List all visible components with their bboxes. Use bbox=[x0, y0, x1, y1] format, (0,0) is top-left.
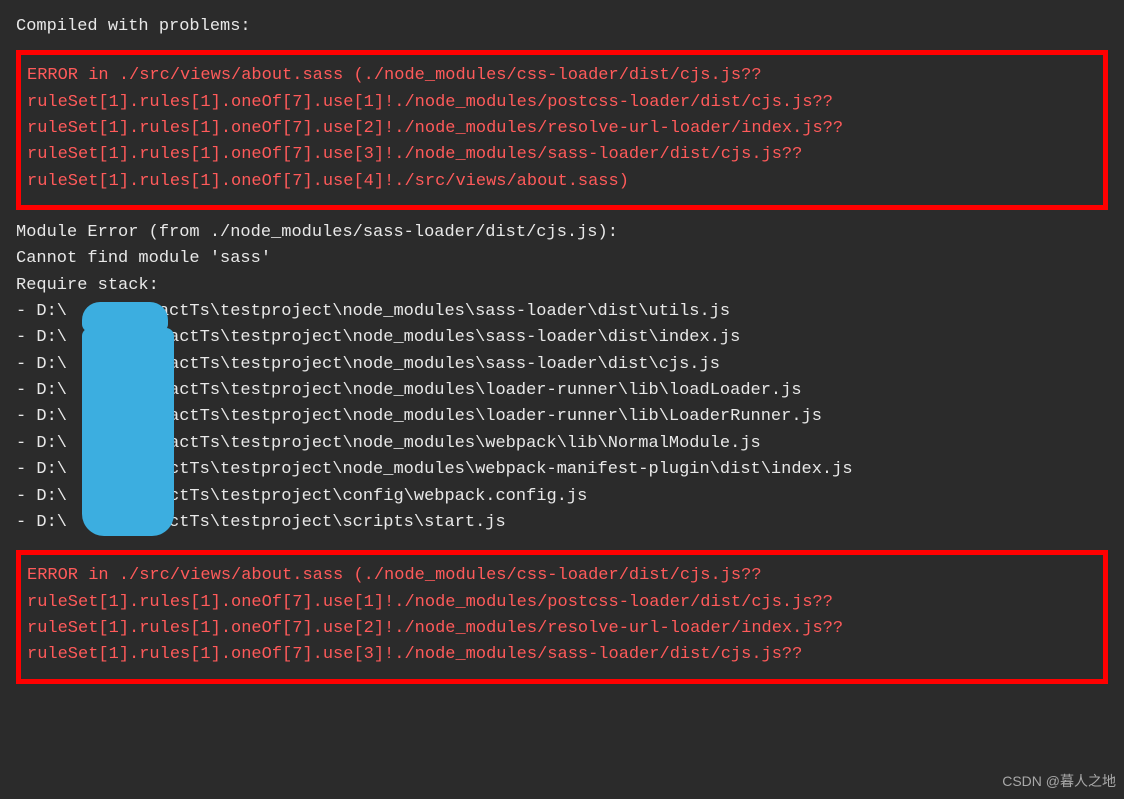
module-error-message: Cannot find module 'sass' bbox=[16, 246, 1108, 272]
error-line: ruleSet[1].rules[1].oneOf[7].use[4]!./sr… bbox=[27, 169, 1097, 195]
error-block-2: ERROR in ./src/views/about.sass (./node_… bbox=[16, 550, 1108, 683]
error-line: ruleSet[1].rules[1].oneOf[7].use[3]!./no… bbox=[27, 142, 1097, 168]
error-line: ERROR in ./src/views/about.sass (./node_… bbox=[27, 563, 1097, 589]
error-line: ruleSet[1].rules[1].oneOf[7].use[3]!./no… bbox=[27, 642, 1097, 668]
error-line: ERROR in ./src/views/about.sass (./node_… bbox=[27, 63, 1097, 89]
module-error-header: Module Error (from ./node_modules/sass-l… bbox=[16, 220, 1108, 246]
error-line: ruleSet[1].rules[1].oneOf[7].use[2]!./no… bbox=[27, 116, 1097, 142]
stack-line: - D:\ \ReactTs\testproject\scripts\start… bbox=[16, 510, 1108, 536]
stack-line: - D:\ ReactTs\testproject\node_modules\s… bbox=[16, 299, 1108, 325]
error-line: ruleSet[1].rules[1].oneOf[7].use[1]!./no… bbox=[27, 590, 1097, 616]
stack-line: - D:\ \ReactTs\testproject\config\webpac… bbox=[16, 484, 1108, 510]
error-line: ruleSet[1].rules[1].oneOf[7].use[1]!./no… bbox=[27, 90, 1097, 116]
path-redaction bbox=[82, 328, 174, 536]
module-error-block: Module Error (from ./node_modules/sass-l… bbox=[16, 220, 1108, 536]
error-block-1: ERROR in ./src/views/about.sass (./node_… bbox=[16, 50, 1108, 210]
compile-header: Compiled with problems: bbox=[16, 14, 1108, 40]
error-line: ruleSet[1].rules[1].oneOf[7].use[2]!./no… bbox=[27, 616, 1097, 642]
stack-line: - D:\ \ReactTs\testproject\node_modules\… bbox=[16, 325, 1108, 351]
csdn-watermark: CSDN @暮人之地 bbox=[1002, 771, 1116, 793]
stack-line: - D:\ \ReactTs\testproject\node_modules\… bbox=[16, 378, 1108, 404]
stack-line: - D:\ \ReactTs\testproject\node_modules\… bbox=[16, 404, 1108, 430]
stack-line: - D:\ \ReactTs\testproject\node_modules\… bbox=[16, 431, 1108, 457]
stack-line: - D:\ \ReactTs\testproject\node_modules\… bbox=[16, 352, 1108, 378]
require-stack-header: Require stack: bbox=[16, 273, 1108, 299]
stack-line: - D:\ \ReactTs\testproject\node_modules\… bbox=[16, 457, 1108, 483]
